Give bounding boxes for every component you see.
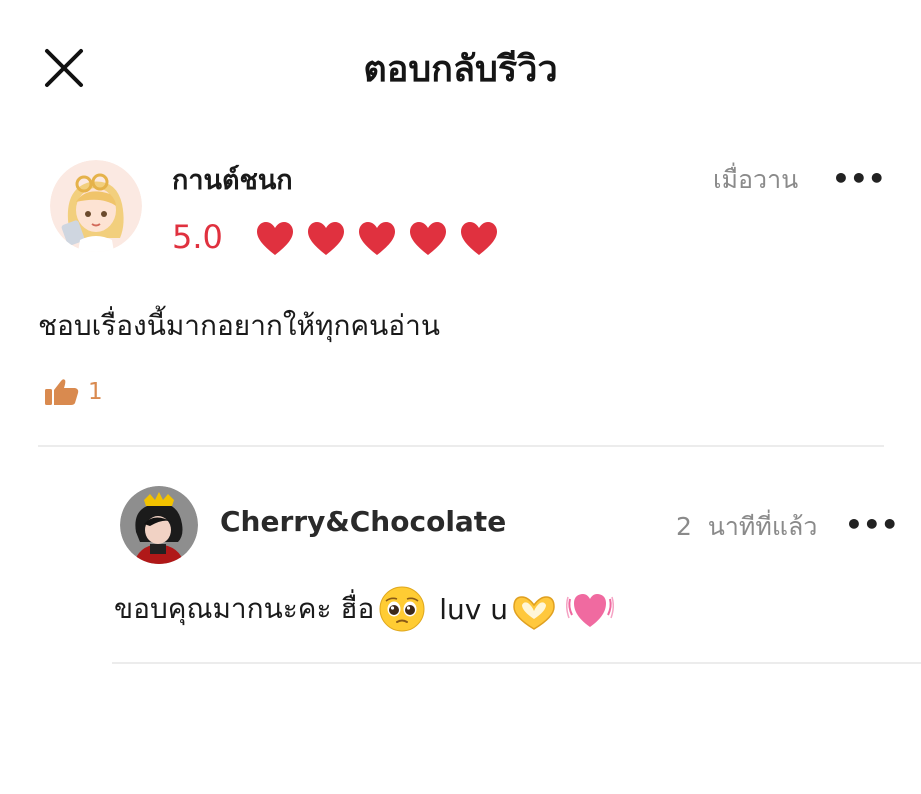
more-options-button[interactable]: ••• [845,508,899,541]
replier-name[interactable]: Cherry&Chocolate [220,505,506,538]
divider [38,445,884,447]
more-options-button[interactable]: ••• [832,162,886,195]
reviewer-name[interactable]: กานต์ชนก [172,158,293,201]
replier-avatar-image [120,486,198,564]
page-title: ตอบกลับรีวิว [363,49,558,90]
reply-text-part1: ขอบคุณมากนะคะ ฮื่อ [114,592,375,625]
reply-timestamp: 2 นาทีที่แล้ว [676,512,818,541]
heart-icon [359,222,395,255]
heart-icon [257,222,293,255]
rating-hearts [256,221,498,257]
divider [112,662,921,664]
beating-heart-emoji [565,594,614,627]
heart-icon [461,222,497,255]
avatar[interactable] [120,486,198,564]
heart-icon [308,222,344,255]
thumbs-up-icon [45,379,79,405]
pleading-face-emoji [379,586,425,632]
heart-hands-emoji [513,596,555,630]
like-count: 1 [88,379,103,405]
like-button[interactable]: 1 [44,378,103,406]
review-timestamp: เมื่อวาน [713,165,799,194]
reviewer-avatar-image [50,160,142,252]
avatar[interactable] [50,160,142,252]
heart-icon [410,222,446,255]
reply-text-part2: luv u [430,592,508,626]
rating-value: 5.0 [172,218,223,256]
review-text: ชอบเรื่องนี้มากอยากให้ทุกคนอ่าน [38,309,440,342]
reply-text: ขอบคุณมากนะคะ ฮื่อ luv u [114,585,618,633]
